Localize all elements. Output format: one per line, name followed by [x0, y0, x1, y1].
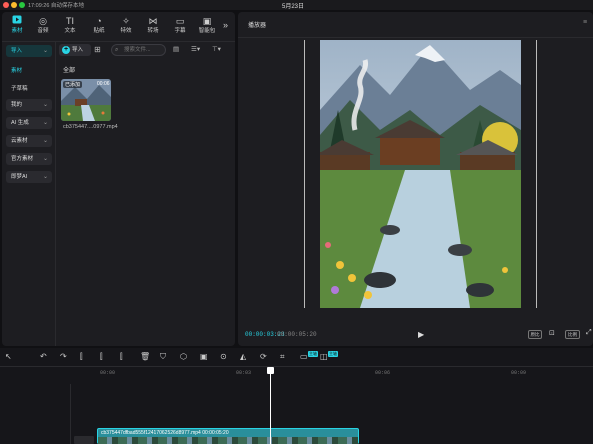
mark-icon[interactable]: ⬡: [180, 352, 187, 361]
track-header-divider: [70, 384, 71, 444]
freeze-icon[interactable]: ▣: [200, 352, 208, 361]
search-input[interactable]: ⌕ 搜索文件...: [111, 44, 166, 56]
tab-media[interactable]: 素材: [7, 15, 27, 41]
player-title: 播放器: [248, 23, 267, 29]
mirror-icon[interactable]: ◭: [240, 352, 246, 361]
clip-label: cb375447dfbad555f12417062526d8977.mp4 00…: [101, 430, 229, 436]
menu-icon[interactable]: ≡: [583, 19, 587, 26]
sidebar-item-subdraft[interactable]: 子草稿: [11, 84, 28, 92]
plus-icon: +: [62, 46, 70, 54]
tick-label: 00:00: [100, 370, 116, 376]
filter-icon[interactable]: ⊤▾: [212, 45, 221, 53]
clip-filmstrip: [98, 437, 358, 444]
zoom-window-icon[interactable]: [19, 2, 25, 8]
crop-icon[interactable]: ⌗: [280, 352, 285, 362]
video-preview[interactable]: [320, 40, 521, 308]
delete-icon[interactable]: 🗑: [140, 352, 150, 361]
caption-icon: ▭: [175, 16, 185, 26]
tab-transition[interactable]: ⋈ 转场: [143, 15, 163, 41]
sidebar-item-ai-generate[interactable]: AI 生成 ⌄: [6, 117, 52, 129]
chevron-down-icon: ⌄: [42, 174, 48, 180]
minimize-window-icon[interactable]: [11, 2, 17, 8]
tab-smart-pack[interactable]: ▣ 智能包: [197, 15, 217, 41]
search-icon: ⌕: [115, 47, 119, 53]
fit-screen-icon[interactable]: ⊡: [549, 329, 555, 337]
shield-icon[interactable]: ⛉: [160, 352, 166, 362]
title-bar: 17:09:26 自动保存本地 5月23日: [0, 0, 593, 10]
split-left-icon[interactable]: ⫿: [100, 352, 103, 362]
more-tools-icon[interactable]: »: [223, 20, 228, 30]
main-axis-tag: 主轴: [328, 351, 338, 357]
timeline-divider: [0, 366, 593, 367]
canvas-right-edge: [536, 40, 537, 308]
chevron-down-icon: ⌄: [42, 120, 48, 126]
sidebar-item-mine[interactable]: 我的 ⌄: [6, 99, 52, 111]
sidebar-item-cloud[interactable]: 云素材 ⌄: [6, 135, 52, 147]
text-icon: TI: [66, 16, 74, 26]
main-axis-tag: 主轴: [308, 351, 318, 357]
audio-icon: ◎: [39, 16, 47, 26]
fullscreen-icon[interactable]: ⤢: [586, 329, 592, 337]
playhead[interactable]: [270, 369, 271, 444]
thumbnail-filename: cb375447....0977.mp4: [63, 124, 118, 130]
split-right-icon[interactable]: ⫿: [120, 352, 123, 362]
total-time: 00:00:05:20: [277, 331, 317, 338]
tick-label: 00:06: [375, 370, 391, 376]
tab-captions[interactable]: ▭ 字幕: [170, 15, 190, 41]
project-title: 5月23日: [282, 4, 305, 10]
playhead-handle[interactable]: [267, 367, 274, 374]
view-mode-icon[interactable]: ▤: [173, 45, 179, 53]
chevron-down-icon: ⌄: [42, 48, 48, 54]
track-cover-button[interactable]: [74, 436, 94, 444]
split-icon[interactable]: ⫿: [80, 352, 83, 362]
sidebar-item-media[interactable]: 素材: [11, 66, 22, 74]
sidebar-item-jimeng-ai[interactable]: 即梦AI ⌄: [6, 171, 52, 183]
sticker-icon: ◔: [96, 16, 102, 26]
added-badge: 已添加: [63, 81, 83, 88]
smart-icon[interactable]: ◫: [320, 352, 328, 361]
play-button[interactable]: ▶: [418, 330, 424, 339]
smart-pack-icon: ▣: [202, 16, 212, 26]
effects-icon: ✧: [122, 16, 130, 26]
autosave-status: 17:09:26 自动保存本地: [28, 3, 84, 9]
import-button[interactable]: + 导入: [59, 44, 91, 56]
media-panel: 素材 ◎ 音频 TI 文本 ◔ 贴纸 ✧ 特效 ⋈ 转场 ▭ 字幕 ▣ 智能包 …: [2, 12, 235, 346]
chevron-down-icon: ⌄: [42, 156, 48, 162]
select-tool-icon[interactable]: ↖: [5, 352, 12, 361]
player-divider: [238, 37, 593, 38]
redo-icon[interactable]: ↷: [60, 352, 67, 361]
chevron-down-icon: ⌄: [42, 138, 48, 144]
tab-sticker[interactable]: ◔ 贴纸: [89, 15, 109, 41]
undo-icon[interactable]: ↶: [40, 352, 47, 361]
tab-effects[interactable]: ✧ 特效: [116, 15, 136, 41]
reverse-icon[interactable]: ⊙: [220, 352, 227, 361]
tab-audio[interactable]: ◎ 音频: [33, 15, 53, 41]
close-window-icon[interactable]: [3, 2, 9, 8]
sidebar-item-official[interactable]: 官方素材 ⌄: [6, 153, 52, 165]
transition-icon: ⋈: [148, 16, 158, 26]
tab-text[interactable]: TI 文本: [60, 15, 80, 41]
grid-view-icon[interactable]: ⊞: [94, 45, 101, 54]
sidebar-item-import[interactable]: 导入 ⌄: [6, 45, 52, 57]
section-all-label: 全部: [63, 68, 76, 74]
canvas-left-edge: [304, 40, 305, 308]
thumbnail-duration: 00:06: [97, 81, 110, 87]
original-ratio-button[interactable]: 原比: [528, 330, 542, 339]
preview-frame: [320, 40, 521, 308]
cutout-icon[interactable]: ▭: [300, 352, 308, 361]
tick-label: 00:03: [236, 370, 252, 376]
chevron-down-icon: ⌄: [42, 102, 48, 108]
tick-label: 00:09: [511, 370, 527, 376]
media-sidebar: 导入 ⌄ 素材 子草稿 我的 ⌄ AI 生成 ⌄ 云素材 ⌄ 官方素材 ⌄ 即梦…: [2, 42, 56, 346]
rotate-icon[interactable]: ⟳: [260, 352, 267, 361]
sort-icon[interactable]: ☰▾: [191, 45, 200, 53]
media-icon: [7, 15, 27, 27]
aspect-ratio-button[interactable]: 比例: [565, 330, 580, 339]
